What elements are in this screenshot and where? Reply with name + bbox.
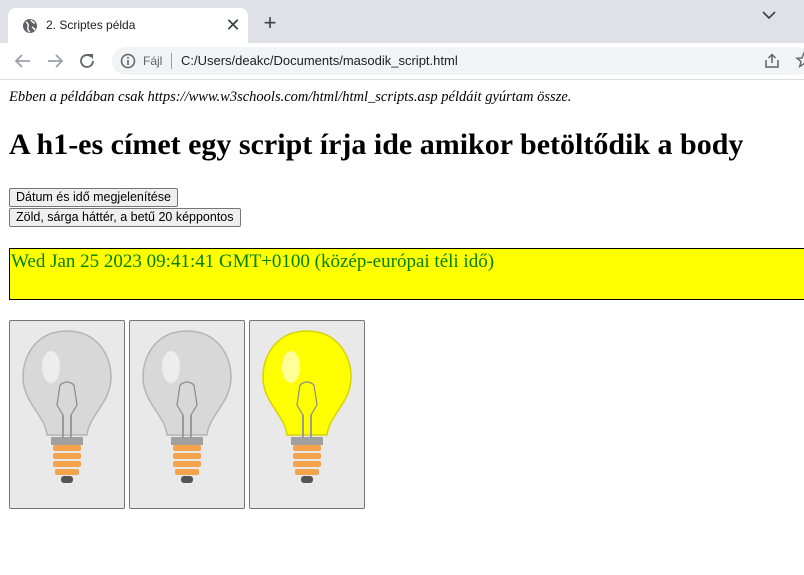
chevron-down-icon[interactable]: [760, 8, 778, 22]
bulb-button-1[interactable]: [9, 320, 125, 509]
info-icon[interactable]: [120, 53, 136, 69]
scheme-label: Fájl: [143, 54, 163, 68]
tab-strip: 2. Scriptes példa ✕ +: [0, 0, 804, 43]
reload-icon[interactable]: [78, 52, 96, 70]
close-tab-icon[interactable]: ✕: [224, 16, 242, 34]
page-content: Ebben a példában csak https://www.w3scho…: [0, 80, 804, 575]
back-arrow-icon[interactable]: [14, 52, 32, 70]
lightbulb-off-icon: [142, 330, 232, 483]
star-icon[interactable]: [795, 51, 804, 69]
address-bar[interactable]: Fájl C:/Users/deakc/Documents/masodik_sc…: [112, 47, 804, 75]
tab-active[interactable]: 2. Scriptes példa ✕: [8, 8, 248, 43]
new-tab-button[interactable]: +: [258, 12, 282, 36]
tab-title: 2. Scriptes példa: [46, 18, 136, 32]
share-icon[interactable]: [763, 52, 781, 70]
bulb-button-2[interactable]: [129, 320, 245, 509]
show-datetime-button[interactable]: Dátum és idő megjelenítése: [9, 188, 178, 207]
omnibox-divider: [171, 53, 172, 69]
url-text[interactable]: C:/Users/deakc/Documents/masodik_script.…: [181, 53, 458, 68]
bulb-button-3[interactable]: [249, 320, 365, 509]
demo-output: Wed Jan 25 2023 09:41:41 GMT+0100 (közép…: [9, 248, 804, 300]
intro-text: Ebben a példában csak https://www.w3scho…: [9, 89, 572, 105]
page-heading: A h1-es címet egy script írja ide amikor…: [9, 128, 744, 161]
apply-style-button[interactable]: Zöld, sárga háttér, a betű 20 képpontos: [9, 208, 241, 227]
forward-arrow-icon[interactable]: [46, 52, 64, 70]
globe-icon: [23, 19, 37, 33]
lightbulb-on-icon: [262, 330, 352, 483]
lightbulb-off-icon: [22, 330, 112, 483]
browser-toolbar: Fájl C:/Users/deakc/Documents/masodik_sc…: [0, 43, 804, 80]
